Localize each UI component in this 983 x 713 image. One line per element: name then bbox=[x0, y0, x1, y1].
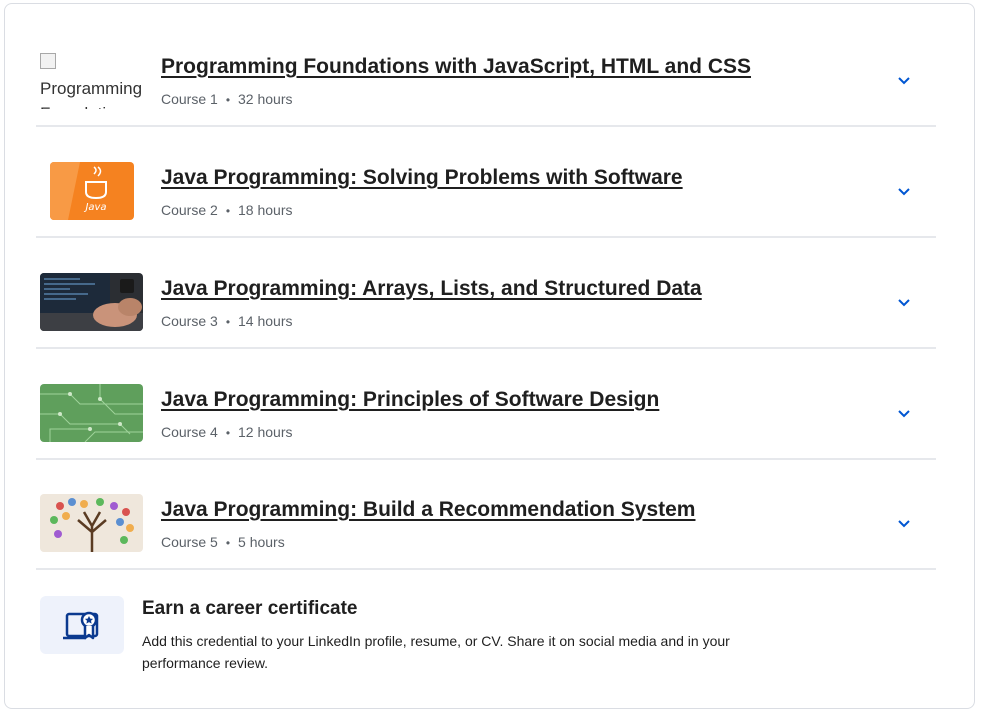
course-row-5: Java Programming: Build a Recommendation… bbox=[36, 458, 936, 570]
certificate-icon bbox=[63, 611, 99, 640]
chevron-down-icon[interactable] bbox=[896, 74, 912, 88]
chevron-down-icon[interactable] bbox=[896, 296, 912, 310]
course-meta: Course 1 • 32 hours bbox=[161, 91, 293, 107]
course-duration: 32 hours bbox=[238, 91, 293, 107]
chevron-down-icon[interactable] bbox=[896, 407, 912, 421]
separator-dot: • bbox=[225, 315, 231, 329]
course-title-link[interactable]: Java Programming: Principles of Software… bbox=[161, 388, 659, 412]
course-thumbnail-broken: Programming Foundations bbox=[40, 51, 144, 109]
course-title-link[interactable]: Java Programming: Build a Recommendation… bbox=[161, 498, 695, 522]
chevron-down-icon[interactable] bbox=[896, 517, 912, 531]
course-title-link[interactable]: Java Programming: Solving Problems with … bbox=[161, 166, 683, 190]
separator-dot: • bbox=[225, 426, 231, 440]
course-title-link[interactable]: Programming Foundations with JavaScript,… bbox=[161, 55, 751, 79]
laptop-typing-thumbnail bbox=[40, 273, 143, 331]
course-meta: Course 2 • 18 hours bbox=[161, 202, 293, 218]
course-number: Course 4 bbox=[161, 424, 218, 440]
course-meta: Course 5 • 5 hours bbox=[161, 534, 285, 550]
course-number: Course 2 bbox=[161, 202, 218, 218]
separator-dot: • bbox=[225, 204, 231, 218]
course-duration: 18 hours bbox=[238, 202, 293, 218]
circuit-board-thumbnail bbox=[40, 384, 143, 442]
course-row-4: Java Programming: Principles of Software… bbox=[36, 348, 936, 460]
certificate-title: Earn a career certificate bbox=[142, 598, 358, 619]
course-row-2: Java Java Programming: Solving Problems … bbox=[36, 126, 936, 238]
separator-dot: • bbox=[225, 93, 231, 107]
course-meta: Course 3 • 14 hours bbox=[161, 313, 293, 329]
thumbnail-alt-text: Programming Foundations bbox=[40, 79, 143, 109]
separator-dot: • bbox=[225, 536, 231, 550]
broken-image-icon bbox=[40, 53, 56, 69]
course-row-3: Java Programming: Arrays, Lists, and Str… bbox=[36, 237, 936, 349]
course-row-1: Programming Foundations Programming Foun… bbox=[36, 15, 936, 127]
course-number: Course 1 bbox=[161, 91, 218, 107]
course-title-link[interactable]: Java Programming: Arrays, Lists, and Str… bbox=[161, 277, 702, 301]
course-duration: 5 hours bbox=[238, 534, 285, 550]
certificate-icon-box bbox=[40, 596, 124, 654]
svg-text:Java: Java bbox=[83, 202, 106, 213]
certificate-description: Add this credential to your LinkedIn pro… bbox=[142, 633, 730, 671]
chevron-down-icon[interactable] bbox=[896, 185, 912, 199]
java-logo-thumbnail: Java bbox=[50, 162, 134, 220]
course-duration: 14 hours bbox=[238, 313, 293, 329]
course-meta: Course 4 • 12 hours bbox=[161, 424, 293, 440]
course-number: Course 3 bbox=[161, 313, 218, 329]
idea-tree-thumbnail bbox=[40, 494, 143, 552]
course-number: Course 5 bbox=[161, 534, 218, 550]
course-duration: 12 hours bbox=[238, 424, 293, 440]
